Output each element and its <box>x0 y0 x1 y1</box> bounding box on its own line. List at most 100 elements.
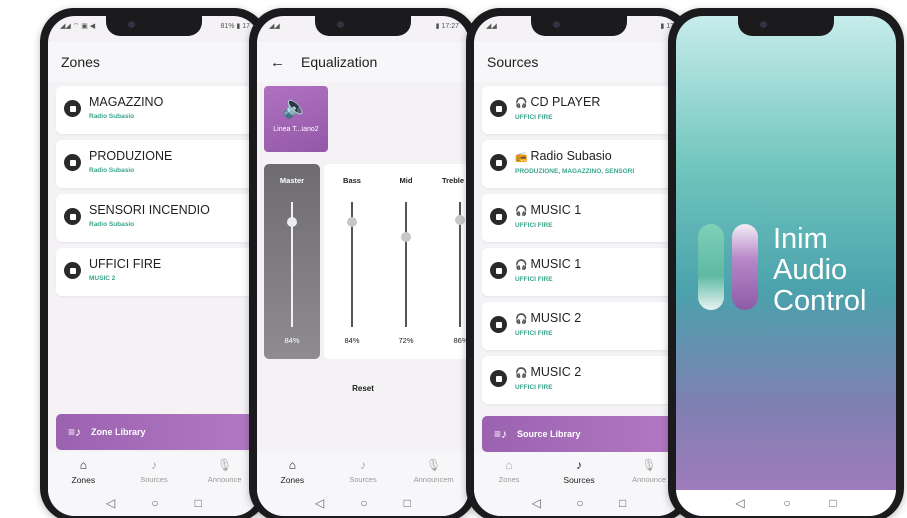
device-tile[interactable]: 🔈 Linea T...iano2 <box>264 86 328 152</box>
back-triangle-icon[interactable]: ◁ <box>106 496 115 510</box>
page-title-bar: Sources <box>474 42 684 82</box>
slider-knob[interactable] <box>455 214 465 225</box>
source-library-button[interactable]: ≡♪ Source Library <box>482 416 684 452</box>
logo-pill-purple <box>732 224 758 310</box>
nav-zones[interactable]: ⌂ Zones <box>479 458 539 484</box>
stop-icon[interactable] <box>64 100 81 117</box>
page-title: Zones <box>61 54 100 70</box>
nav-sources-label: Sources <box>140 475 168 484</box>
phone-zones: ◢◢ ⌔ ▣ ◀ 81% ▮ 17 Zones MAGAZZINO Radio … <box>40 8 268 518</box>
bass-slider[interactable]: Bass 84% <box>324 164 380 359</box>
stop-icon[interactable] <box>490 370 507 387</box>
slider-knob[interactable] <box>347 217 357 227</box>
logo-line-1: Inim <box>773 223 828 255</box>
notch <box>315 16 411 36</box>
home-circle-icon[interactable]: ○ <box>783 496 790 510</box>
recents-square-icon[interactable]: □ <box>619 496 626 510</box>
mid-slider[interactable]: Mid 72% <box>378 164 434 359</box>
nav-zones[interactable]: ⌂ Zones <box>262 458 322 485</box>
stop-icon[interactable] <box>490 100 507 117</box>
camera-icon <box>553 21 560 28</box>
bottom-nav: ⌂ Zones ♪ Sources 🎙 Announce <box>474 452 684 490</box>
source-name: MUSIC 1 <box>530 203 582 217</box>
back-triangle-icon[interactable]: ◁ <box>532 496 541 510</box>
home-circle-icon[interactable]: ○ <box>151 496 158 510</box>
nav-sources[interactable]: ♪ Sources <box>549 458 609 485</box>
page-title: Sources <box>487 54 539 70</box>
master-slider[interactable]: Master 84% <box>264 164 320 359</box>
band-value: 84% <box>284 336 300 345</box>
stop-icon[interactable] <box>64 262 81 279</box>
band-name: Treble <box>441 176 465 185</box>
headphones-icon: 🎧 <box>515 206 528 217</box>
stop-icon[interactable] <box>490 262 507 279</box>
source-name: MUSIC 2 <box>530 365 582 379</box>
home-icon: ⌂ <box>79 457 87 472</box>
source-card[interactable]: 🎧 MUSIC 2 UFFICI FIRE <box>482 356 684 404</box>
zones-screen: ◢◢ ⌔ ▣ ◀ 81% ▮ 17 Zones MAGAZZINO Radio … <box>48 16 260 516</box>
stop-icon[interactable] <box>64 208 81 225</box>
stop-icon[interactable] <box>64 154 81 171</box>
treble-slider[interactable]: Treble 86% <box>432 164 469 359</box>
page-title-bar: ← Equalization <box>257 42 469 82</box>
zone-name: UFFICI FIRE <box>89 257 162 271</box>
source-card[interactable]: 🎧 MUSIC 1 UFFICI FIRE <box>482 248 684 296</box>
bands-card: Bass 84% Mid 72% Treble 86% <box>324 164 469 359</box>
back-triangle-icon[interactable]: ◁ <box>735 496 744 510</box>
zone-library-button[interactable]: ≡♪ Zone Library <box>56 414 260 450</box>
home-circle-icon[interactable]: ○ <box>360 496 367 510</box>
nav-sources[interactable]: ♪ Sources <box>333 458 393 484</box>
status-left: ◢◢ <box>486 23 497 30</box>
reset-button[interactable]: Reset <box>257 384 469 393</box>
notch <box>531 16 627 36</box>
nav-zones-label: Zones <box>71 474 96 485</box>
headphones-icon: 🎧 <box>515 368 528 379</box>
stop-icon[interactable] <box>490 154 507 171</box>
status-left: ◢◢ ⌔ ▣ ◀ <box>60 22 96 30</box>
zone-name: PRODUZIONE <box>89 149 173 163</box>
back-arrow-icon[interactable]: ← <box>270 54 285 71</box>
source-name: Radio Subasio <box>530 149 612 163</box>
nav-announcements[interactable]: 🎙 Announce <box>195 458 255 484</box>
recents-square-icon[interactable]: □ <box>829 496 836 510</box>
home-circle-icon[interactable]: ○ <box>576 496 583 510</box>
bottom-nav: ⌂ Zones ♪ Sources 🎙 Announcem <box>257 452 469 490</box>
stop-icon[interactable] <box>490 316 507 333</box>
recents-square-icon[interactable]: □ <box>195 496 202 510</box>
nav-zones-label: Zones <box>280 474 305 485</box>
equalizer-panel: Master 84% Bass 84% Mid 72% Treble 86% <box>264 164 469 359</box>
stop-icon[interactable] <box>490 208 507 225</box>
zone-card-sensori-incendio[interactable]: SENSORI INCENDIO Radio Subasio <box>56 194 260 242</box>
status-right: 81% ▮ 17 <box>220 23 250 30</box>
source-zones: PRODUZIONE, MAGAZZINO, SENSORI <box>515 168 635 175</box>
phone-splash: Inim Audio Control ◁ ○ □ <box>668 8 904 518</box>
nav-announcements[interactable]: 🎙 Announcem <box>404 458 464 484</box>
nav-zones[interactable]: ⌂ Zones <box>53 458 113 485</box>
source-name: MUSIC 2 <box>530 311 582 325</box>
source-title: 🎧 MUSIC 1 <box>515 257 581 273</box>
headphones-icon: 🎧 <box>515 260 528 271</box>
source-card[interactable]: 🎧 MUSIC 1 UFFICI FIRE <box>482 194 684 242</box>
nav-sources[interactable]: ♪ Sources <box>124 458 184 484</box>
system-nav: ◁ ○ □ <box>257 490 469 516</box>
source-card[interactable]: 📻 Radio Subasio PRODUZIONE, MAGAZZINO, SE… <box>482 140 684 188</box>
zone-source: Radio Subasio <box>89 113 135 120</box>
playlist-icon: ≡♪ <box>68 425 82 439</box>
slider-knob[interactable] <box>287 217 297 227</box>
back-triangle-icon[interactable]: ◁ <box>315 496 324 510</box>
zone-card-magazzino[interactable]: MAGAZZINO Radio Subasio <box>56 86 260 134</box>
device-label: Linea T...iano2 <box>273 126 319 133</box>
source-title: 📻 Radio Subasio <box>515 149 634 165</box>
source-card[interactable]: 🎧 MUSIC 2 UFFICI FIRE <box>482 302 684 350</box>
slider-track[interactable] <box>405 202 407 327</box>
recents-square-icon[interactable]: □ <box>404 496 411 510</box>
slider-knob[interactable] <box>401 232 411 242</box>
bottom-nav: ⌂ Zones ♪ Sources 🎙 Announce <box>48 452 260 490</box>
source-card[interactable]: 🎧 CD PLAYER UFFICI FIRE <box>482 86 684 134</box>
band-value: 72% <box>398 336 414 345</box>
zone-card-produzione[interactable]: PRODUZIONE Radio Subasio <box>56 140 260 188</box>
zone-card-uffici-fire[interactable]: UFFICI FIRE MUSIC 2 <box>56 248 260 296</box>
source-title: 🎧 MUSIC 2 <box>515 365 581 381</box>
zone-source: MUSIC 2 <box>89 275 116 282</box>
logo-pill-teal <box>698 224 724 310</box>
